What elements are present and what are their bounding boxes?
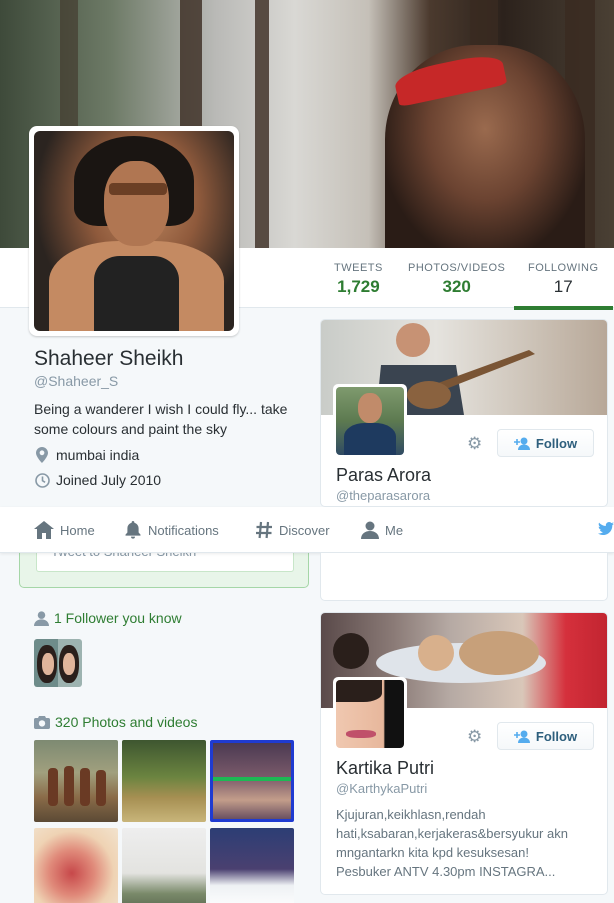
nav-notifications[interactable]: Notifications — [124, 507, 219, 553]
profile-name[interactable]: Shaheer Sheikh — [34, 347, 183, 371]
nav-home-label: Home — [60, 522, 95, 538]
gear-icon[interactable]: ⚙ — [467, 727, 482, 747]
home-icon — [34, 521, 54, 539]
location-pin-icon — [34, 447, 50, 463]
profile-location: mumbai india — [34, 447, 139, 463]
stat-photos-value: 320 — [442, 277, 471, 296]
person-add-icon — [513, 437, 530, 450]
stat-following[interactable]: FOLLOWING 17 — [514, 262, 612, 310]
follow-button[interactable]: Follow — [497, 429, 594, 457]
nav-notifications-label: Notifications — [148, 522, 219, 538]
photo-thumbnail[interactable] — [34, 740, 118, 822]
nav-home[interactable]: Home — [34, 507, 95, 553]
stat-tweets-label: TWEETS — [334, 262, 383, 274]
profile-joined: Joined July 2010 — [34, 472, 161, 488]
profile-avatar[interactable] — [29, 126, 239, 336]
follow-button[interactable]: Follow — [497, 722, 594, 750]
user-card-paras-arora: ⚙ Follow Paras Arora @theparasarora — [320, 319, 608, 507]
photo-thumbnail[interactable] — [34, 828, 118, 903]
top-navigation: Home Notifications Discover Me — [0, 507, 614, 553]
photo-thumbnail[interactable] — [210, 740, 294, 822]
nav-discover-label: Discover — [279, 522, 330, 538]
nav-discover[interactable]: Discover — [255, 507, 330, 553]
stat-photos-label: PHOTOS/VIDEOS — [408, 262, 506, 274]
photo-thumbnail[interactable] — [122, 828, 206, 903]
person-add-icon — [513, 730, 530, 743]
user-card-footer — [320, 553, 608, 601]
photos-videos-label: 320 Photos and videos — [55, 714, 198, 730]
follow-button-label: Follow — [535, 435, 578, 451]
bell-icon — [124, 521, 142, 539]
user-card-name[interactable]: Paras Arora — [336, 465, 431, 486]
followers-you-know-label: 1 Follower you know — [54, 610, 182, 626]
user-card-bio: Kjujuran,keikhlasn,rendah hati,ksabaran,… — [336, 807, 568, 879]
user-card-handle[interactable]: @theparasarora — [336, 488, 430, 503]
person-icon — [361, 521, 379, 539]
profile-bio: Being a wanderer I wish I could fly... t… — [34, 401, 288, 437]
profile-handle[interactable]: @Shaheer_S — [34, 373, 118, 389]
stat-following-value: 17 — [553, 277, 573, 296]
user-card-handle[interactable]: @KarthykaPutri — [336, 781, 427, 796]
stat-tweets[interactable]: TWEETS 1,729 — [334, 262, 383, 297]
photo-thumbnail[interactable] — [210, 828, 294, 903]
photos-videos-link[interactable]: 320 Photos and videos — [34, 714, 197, 730]
known-follower-avatar[interactable] — [34, 639, 82, 687]
twitter-bird-icon[interactable] — [598, 522, 614, 541]
location-text: mumbai india — [56, 447, 140, 463]
follow-button-label: Follow — [535, 728, 578, 744]
followers-you-know-link[interactable]: 1 Follower you know — [34, 610, 182, 626]
photo-thumbnail[interactable] — [122, 740, 206, 822]
stat-following-label: FOLLOWING — [528, 262, 599, 274]
stat-tweets-value: 1,729 — [337, 277, 380, 296]
user-card-avatar[interactable] — [333, 677, 407, 751]
gear-icon[interactable]: ⚙ — [467, 434, 482, 454]
user-card-avatar[interactable] — [333, 384, 407, 458]
stat-photos-videos[interactable]: PHOTOS/VIDEOS 320 — [408, 262, 505, 297]
person-icon — [34, 610, 49, 626]
nav-me[interactable]: Me — [361, 507, 403, 553]
user-card-kartika-putri: ⚙ Follow Kartika Putri @KarthykaPutri Kj… — [320, 612, 608, 895]
hashtag-icon — [255, 521, 273, 539]
camera-icon — [34, 715, 50, 729]
user-card-name[interactable]: Kartika Putri — [336, 758, 434, 779]
avatar-photo — [34, 131, 234, 331]
joined-text: Joined July 2010 — [56, 472, 162, 488]
calendar-clock-icon — [34, 472, 50, 488]
nav-me-label: Me — [385, 522, 404, 538]
